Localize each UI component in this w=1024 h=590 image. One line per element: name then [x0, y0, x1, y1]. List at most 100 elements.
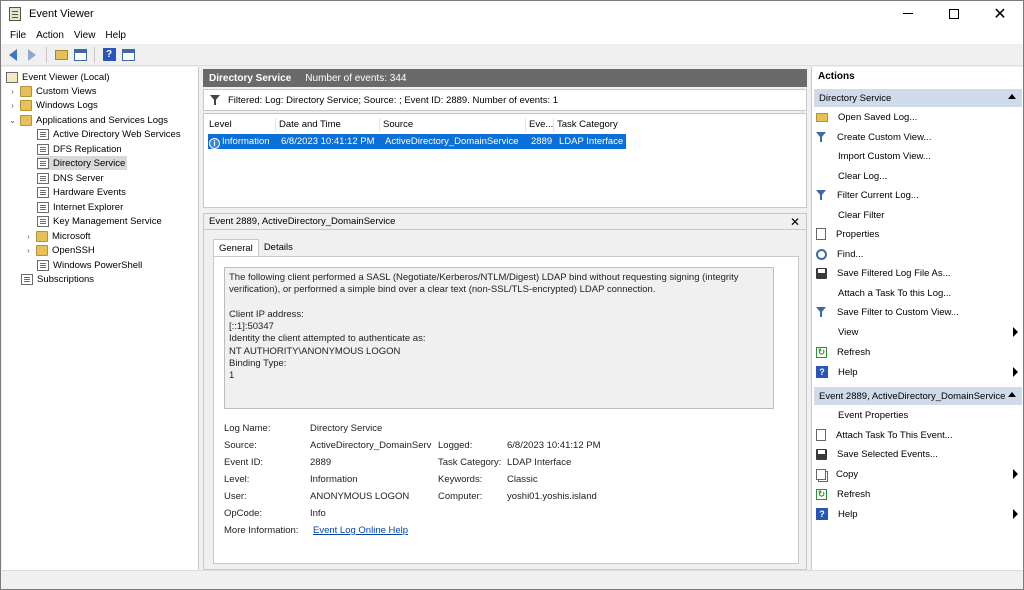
value-source[interactable]: ActiveDirectory_DomainServi	[310, 440, 432, 451]
expand-chevron-icon[interactable]: ›	[24, 232, 33, 241]
tab-details[interactable]: Details	[259, 239, 298, 256]
label-more-information: More Information:	[224, 525, 299, 536]
value-level[interactable]: Information	[310, 474, 358, 485]
collapse-caret-icon[interactable]	[1008, 94, 1016, 99]
action-find[interactable]: Find...	[816, 245, 1022, 263]
up-folder-button[interactable]	[53, 47, 69, 63]
collapse-chevron-icon[interactable]: ⌄	[8, 116, 17, 125]
cell-date-time: 6/8/2023 10:41:12 PM	[281, 136, 375, 147]
tree-item-dfs-replication[interactable]: DFS Replication	[37, 142, 122, 156]
value-user[interactable]: ANONYMOUS LOGON	[310, 491, 409, 502]
action-open-saved-log[interactable]: Open Saved Log...	[816, 108, 1022, 126]
collapse-caret-icon[interactable]	[1008, 392, 1016, 397]
tree-item-dns-server[interactable]: DNS Server	[37, 171, 104, 185]
value-log-name[interactable]: Directory Service	[310, 423, 382, 434]
column-event-id[interactable]: Eve...	[526, 118, 554, 132]
show-hide-tree-button[interactable]	[72, 47, 88, 63]
tree-item-windows-powershell[interactable]: Windows PowerShell	[37, 258, 142, 272]
maximize-button[interactable]	[931, 1, 977, 26]
tree-windows-logs[interactable]: › Windows Logs	[8, 98, 98, 112]
event-description[interactable]: The following client performed a SASL (N…	[224, 267, 774, 409]
expand-chevron-icon[interactable]: ›	[8, 87, 17, 96]
action-save-selected-events[interactable]: Save Selected Events...	[816, 445, 1022, 463]
action-attach-task-to-event[interactable]: Attach Task To This Event...	[816, 426, 1022, 444]
event-detail-pane: Event 2889, ActiveDirectory_DomainServic…	[203, 213, 807, 570]
close-icon: ✕	[993, 5, 1007, 23]
tab-general[interactable]: General	[213, 239, 259, 256]
expand-chevron-icon[interactable]: ›	[8, 101, 17, 110]
value-computer[interactable]: yoshi01.yoshis.island	[507, 491, 597, 502]
value-opcode[interactable]: Info	[310, 508, 326, 519]
close-window-button[interactable]: ✕	[977, 1, 1023, 26]
action-clear-log[interactable]: Clear Log...	[816, 167, 1022, 185]
tree-item-internet-explorer[interactable]: Internet Explorer	[37, 200, 123, 214]
event-viewer-app-icon	[9, 6, 21, 21]
action-save-filter-to-custom-view[interactable]: Save Filter to Custom View...	[816, 303, 1022, 321]
actions-section-event[interactable]: Event 2889, ActiveDirectory_DomainServic…	[814, 387, 1022, 405]
action-properties[interactable]: Properties	[816, 225, 1022, 243]
action-view[interactable]: View	[816, 323, 1022, 341]
open-folder-icon	[816, 112, 828, 122]
column-source[interactable]: Source	[380, 118, 526, 132]
tree-root[interactable]: Event Viewer (Local)	[6, 70, 109, 84]
menu-help[interactable]: Help	[100, 30, 131, 41]
action-save-filtered-log[interactable]: Save Filtered Log File As...	[816, 264, 1022, 282]
action-label: Copy	[836, 468, 859, 480]
back-button[interactable]	[5, 47, 21, 63]
submenu-arrow-icon	[1013, 469, 1018, 479]
minimize-button[interactable]	[885, 1, 931, 26]
column-date-time[interactable]: Date and Time	[276, 118, 380, 132]
action-create-custom-view[interactable]: Create Custom View...	[816, 128, 1022, 146]
value-logged[interactable]: 6/8/2023 10:41:12 PM	[507, 440, 601, 451]
tree-apps-services-logs[interactable]: ⌄ Applications and Services Logs	[8, 113, 168, 127]
column-level[interactable]: Level	[206, 118, 276, 132]
label-computer: Computer:	[438, 491, 483, 502]
menu-action[interactable]: Action	[31, 30, 69, 41]
back-arrow-icon	[9, 48, 17, 61]
actions-section-directory-service[interactable]: Directory Service	[814, 89, 1022, 107]
action-import-custom-view[interactable]: Import Custom View...	[816, 147, 1022, 165]
action-copy[interactable]: Copy	[816, 465, 1022, 483]
tree-subscriptions[interactable]: Subscriptions	[21, 272, 94, 286]
action-help-event[interactable]: ? Help	[816, 505, 1022, 523]
minimize-icon	[903, 13, 913, 14]
table-row[interactable]: i Information 6/8/2023 10:41:12 PM Active…	[208, 134, 626, 149]
tree-item-label: DFS Replication	[53, 143, 122, 155]
tree-item-key-management-service[interactable]: Key Management Service	[37, 214, 162, 228]
menu-view[interactable]: View	[69, 30, 101, 41]
close-detail-icon[interactable]: ✕	[790, 215, 800, 229]
tree-item-ad-web-services[interactable]: Active Directory Web Services	[37, 127, 181, 141]
toolbar: ?	[1, 44, 1023, 66]
tree-item-openssh[interactable]: › OpenSSH	[24, 243, 95, 257]
action-label: Create Custom View...	[837, 131, 932, 143]
action-refresh-event[interactable]: ↻ Refresh	[816, 485, 1022, 503]
forward-button[interactable]	[24, 47, 40, 63]
tree-item-microsoft[interactable]: › Microsoft	[24, 229, 91, 243]
expand-chevron-icon[interactable]: ›	[24, 246, 33, 255]
tree-custom-views[interactable]: › Custom Views	[8, 84, 97, 98]
value-task-category[interactable]: LDAP Interface	[507, 457, 571, 468]
value-event-id[interactable]: 2889	[310, 457, 331, 468]
submenu-arrow-icon	[1013, 509, 1018, 519]
label-level: Level:	[224, 474, 250, 485]
help-toolbar-button[interactable]: ?	[101, 47, 117, 63]
action-clear-filter[interactable]: Clear Filter	[816, 206, 1022, 224]
label-logged: Logged:	[438, 440, 473, 451]
tree-item-hardware-events[interactable]: Hardware Events	[37, 185, 126, 199]
column-task-category[interactable]: Task Category	[554, 118, 624, 132]
value-keywords[interactable]: Classic	[507, 474, 538, 485]
action-refresh[interactable]: ↻ Refresh	[816, 343, 1022, 361]
action-filter-current-log[interactable]: Filter Current Log...	[816, 186, 1022, 204]
tree-item-directory-service[interactable]: Directory Service	[37, 156, 127, 170]
show-hide-action-pane-button[interactable]	[120, 47, 136, 63]
actions-pane: Actions Directory Service Open Saved Log…	[811, 67, 1023, 570]
tree-item-label: Hardware Events	[53, 186, 126, 198]
event-log-online-help-link[interactable]: Event Log Online Help	[313, 525, 408, 536]
action-help[interactable]: ? Help	[816, 363, 1022, 381]
menu-file[interactable]: File	[5, 30, 31, 41]
title-bar: Event Viewer ✕	[1, 1, 1023, 26]
cell-level: i Information	[208, 134, 278, 149]
action-attach-task-to-log[interactable]: Attach a Task To this Log...	[816, 284, 1022, 302]
action-event-properties[interactable]: Event Properties	[816, 406, 1022, 424]
tree-apps-services-label: Applications and Services Logs	[36, 114, 169, 126]
